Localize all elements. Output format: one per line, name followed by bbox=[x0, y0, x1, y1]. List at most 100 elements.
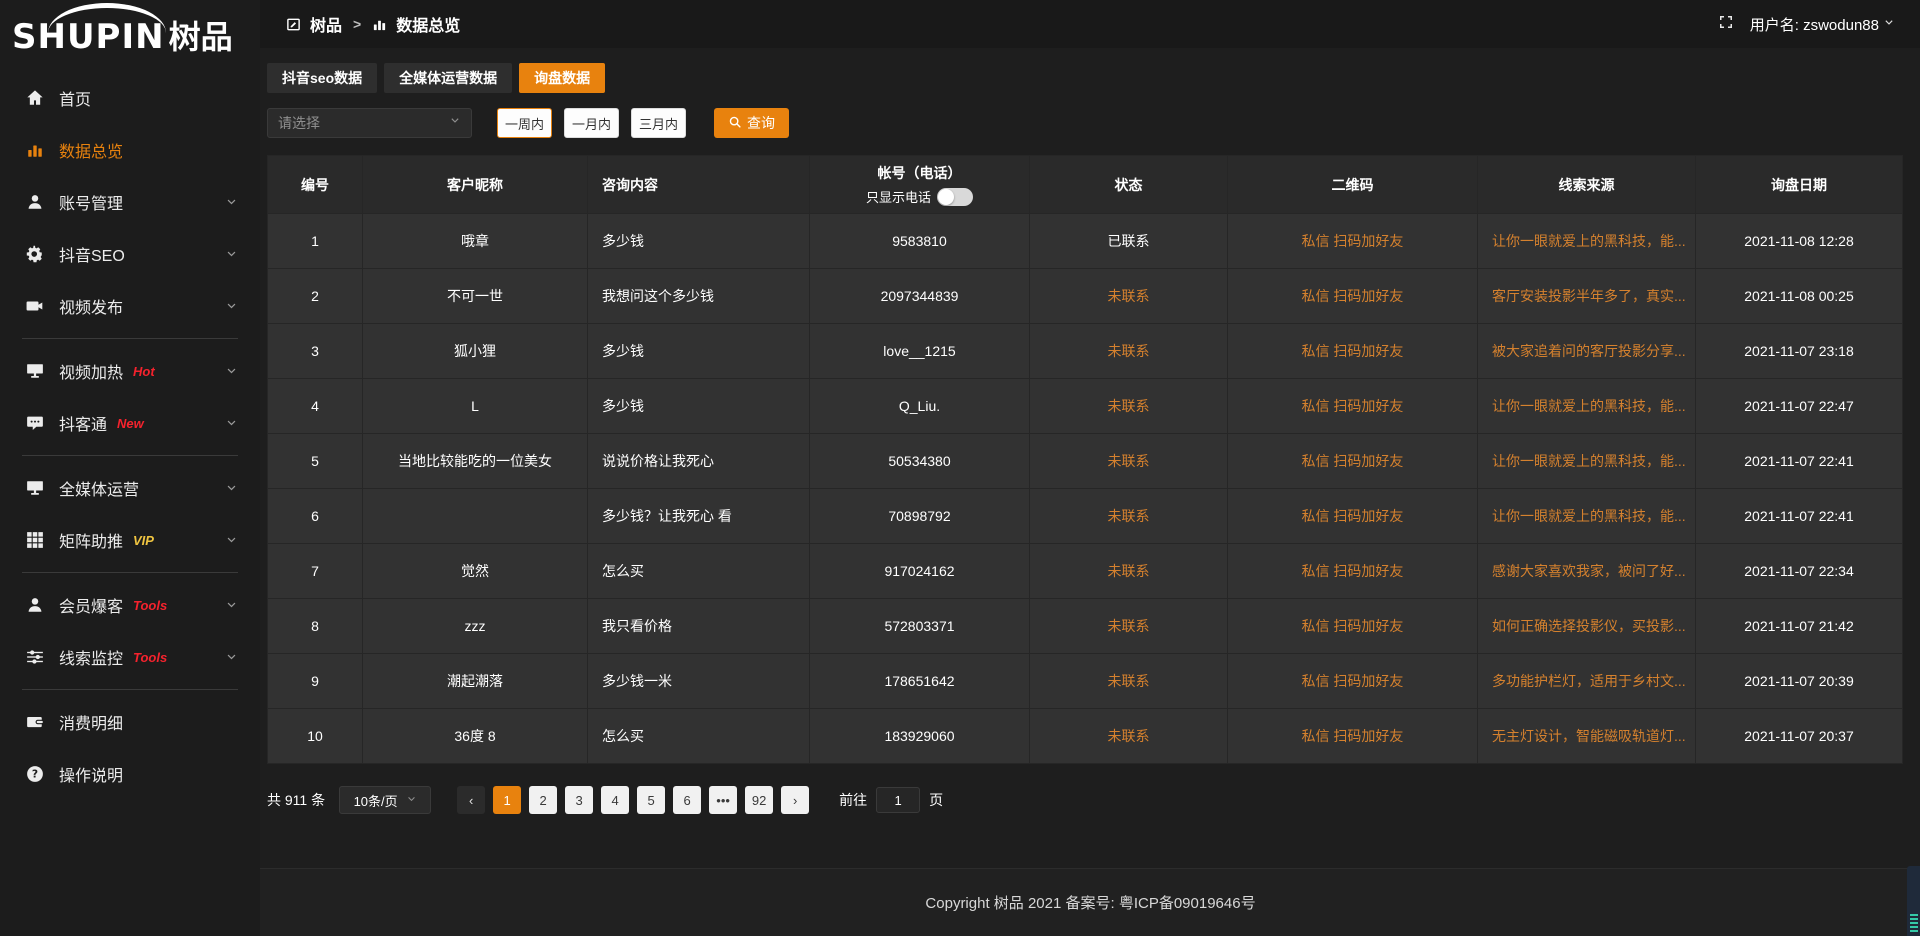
cell-qrcode: 私信 扫码加好友 bbox=[1228, 709, 1478, 764]
sidebar-item-user2[interactable]: 会员爆客Tools bbox=[0, 579, 260, 631]
cell-status: 未联系 bbox=[1030, 599, 1228, 654]
search-button[interactable]: 查询 bbox=[714, 108, 789, 138]
qrcode-link[interactable]: 私信 扫码加好友 bbox=[1302, 398, 1404, 414]
fullscreen-icon[interactable] bbox=[1718, 14, 1734, 34]
phone-only-toggle[interactable] bbox=[937, 188, 973, 206]
cell-date: 2021-11-07 20:39 bbox=[1696, 654, 1903, 709]
cell-status: 未联系 bbox=[1030, 544, 1228, 599]
total-count: 共 911 条 bbox=[267, 790, 325, 810]
cell-nickname: 哦章 bbox=[363, 214, 588, 269]
page-button-5[interactable]: 5 bbox=[637, 786, 665, 814]
pagination: 共 911 条 10条/页 ‹123456•••92› 前往 页 bbox=[267, 786, 1903, 814]
chart-icon bbox=[26, 141, 44, 159]
qrcode-link[interactable]: 私信 扫码加好友 bbox=[1302, 288, 1404, 304]
qrcode-link[interactable]: 私信 扫码加好友 bbox=[1302, 563, 1404, 579]
sidebar-item-user[interactable]: 账号管理 bbox=[0, 176, 260, 228]
cell-source: 感谢大家喜欢我家，被问了好... bbox=[1478, 544, 1696, 599]
sidebar-item-wallet[interactable]: 消费明细 bbox=[0, 696, 260, 748]
source-link[interactable]: 无主灯设计，智能磁吸轨道灯... bbox=[1492, 728, 1686, 744]
cell-qrcode: 私信 扫码加好友 bbox=[1228, 434, 1478, 489]
sidebar-item-label: 会员爆客 bbox=[59, 593, 123, 617]
cell-status: 未联系 bbox=[1030, 379, 1228, 434]
next-page-button[interactable]: › bbox=[781, 786, 809, 814]
chevron-down-icon bbox=[1883, 16, 1895, 33]
source-link[interactable]: 让你一眼就爱上的黑科技，能... bbox=[1492, 398, 1686, 414]
qrcode-link[interactable]: 私信 扫码加好友 bbox=[1302, 233, 1404, 249]
sidebar-item-home[interactable]: 首页 bbox=[0, 72, 260, 124]
bar-chart-icon bbox=[372, 17, 387, 32]
source-link[interactable]: 被大家追着问的客厅投影分享... bbox=[1492, 343, 1686, 359]
page-button-92[interactable]: 92 bbox=[745, 786, 773, 814]
source-link[interactable]: 如何正确选择投影仪，买投影... bbox=[1492, 618, 1686, 634]
page-button-1[interactable]: 1 bbox=[493, 786, 521, 814]
cell-no: 6 bbox=[268, 489, 363, 544]
qrcode-link[interactable]: 私信 扫码加好友 bbox=[1302, 673, 1404, 689]
source-link[interactable]: 让你一眼就爱上的黑科技，能... bbox=[1492, 508, 1686, 524]
page-button-4[interactable]: 4 bbox=[601, 786, 629, 814]
sidebar-item-question[interactable]: ?操作说明 bbox=[0, 748, 260, 800]
cell-qrcode: 私信 扫码加好友 bbox=[1228, 214, 1478, 269]
chevron-down-icon bbox=[225, 300, 238, 313]
home-icon bbox=[26, 89, 44, 107]
display-icon bbox=[26, 362, 44, 380]
svg-text:?: ? bbox=[32, 768, 38, 781]
goto-page-input[interactable] bbox=[876, 787, 920, 813]
sidebar-item-monitor[interactable]: 全媒体运营 bbox=[0, 462, 260, 514]
sidebar-item-chart[interactable]: 数据总览 bbox=[0, 124, 260, 176]
sidebar-item-label: 视频发布 bbox=[59, 294, 123, 318]
cell-status: 未联系 bbox=[1030, 269, 1228, 324]
qrcode-link[interactable]: 私信 扫码加好友 bbox=[1302, 618, 1404, 634]
source-link[interactable]: 多功能护栏灯，适用于乡村文... bbox=[1492, 673, 1686, 689]
source-link[interactable]: 让你一眼就爱上的黑科技，能... bbox=[1492, 453, 1686, 469]
brand-logo[interactable]: SHUPIN树品 bbox=[0, 2, 260, 58]
table-row: 9潮起潮落多少钱一米178651642未联系私信 扫码加好友多功能护栏灯，适用于… bbox=[268, 654, 1903, 709]
date-range-button-1[interactable]: 一月内 bbox=[564, 108, 619, 138]
sidebar-item-grid[interactable]: 矩阵助推VIP bbox=[0, 514, 260, 566]
col-no: 编号 bbox=[268, 156, 363, 214]
cell-source: 让你一眼就爱上的黑科技，能... bbox=[1478, 489, 1696, 544]
page-button-3[interactable]: 3 bbox=[565, 786, 593, 814]
sidebar-item-sliders[interactable]: 线索监控Tools bbox=[0, 631, 260, 683]
sidebar-item-gear[interactable]: 抖音SEO bbox=[0, 228, 260, 280]
chevron-down-icon bbox=[225, 599, 238, 612]
source-link[interactable]: 让你一眼就爱上的黑科技，能... bbox=[1492, 233, 1686, 249]
sidebar-divider bbox=[22, 572, 238, 573]
qrcode-link[interactable]: 私信 扫码加好友 bbox=[1302, 728, 1404, 744]
copyright-text: Copyright 树品 2021 备案号: 粤ICP备09019646号 bbox=[925, 892, 1255, 913]
user-icon bbox=[26, 193, 44, 211]
page-button-6[interactable]: 6 bbox=[673, 786, 701, 814]
cell-no: 2 bbox=[268, 269, 363, 324]
page-button-2[interactable]: 2 bbox=[529, 786, 557, 814]
content: 抖音seo数据全媒体运营数据询盘数据 请选择 一周内一月内三月内 查询 bbox=[260, 48, 1920, 868]
tab-2[interactable]: 询盘数据 bbox=[519, 63, 605, 93]
cell-account: 50534380 bbox=[810, 434, 1030, 489]
prev-page-button[interactable]: ‹ bbox=[457, 786, 485, 814]
qrcode-link[interactable]: 私信 扫码加好友 bbox=[1302, 508, 1404, 524]
cell-status: 未联系 bbox=[1030, 489, 1228, 544]
sidebar-item-label: 数据总览 bbox=[59, 138, 123, 162]
source-link[interactable]: 客厅安装投影半年多了，真实... bbox=[1492, 288, 1686, 304]
user2-icon bbox=[26, 596, 44, 614]
source-link[interactable]: 感谢大家喜欢我家，被问了好... bbox=[1492, 563, 1686, 579]
breadcrumb-item-home[interactable]: 树品 bbox=[310, 12, 342, 36]
cell-qrcode: 私信 扫码加好友 bbox=[1228, 599, 1478, 654]
corner-widget[interactable] bbox=[1907, 866, 1920, 936]
sidebar-item-display[interactable]: 视频加热Hot bbox=[0, 345, 260, 397]
cell-content: 我想问这个多少钱 bbox=[588, 269, 810, 324]
search-icon bbox=[728, 115, 742, 132]
date-range-button-0[interactable]: 一周内 bbox=[497, 108, 552, 138]
qrcode-link[interactable]: 私信 扫码加好友 bbox=[1302, 343, 1404, 359]
cell-date: 2021-11-07 23:18 bbox=[1696, 324, 1903, 379]
tab-0[interactable]: 抖音seo数据 bbox=[267, 63, 377, 93]
user-menu[interactable]: 用户名: zswodun88 bbox=[1750, 14, 1895, 35]
page-size-select[interactable]: 10条/页 bbox=[339, 786, 431, 814]
sidebar-item-publish[interactable]: 视频发布 bbox=[0, 280, 260, 332]
cell-date: 2021-11-07 21:42 bbox=[1696, 599, 1903, 654]
date-range-button-2[interactable]: 三月内 bbox=[631, 108, 686, 138]
sidebar-item-chat[interactable]: 抖客通New bbox=[0, 397, 260, 449]
account-select[interactable]: 请选择 bbox=[267, 108, 472, 138]
qrcode-link[interactable]: 私信 扫码加好友 bbox=[1302, 453, 1404, 469]
more-pages-button[interactable]: ••• bbox=[709, 786, 737, 814]
tab-1[interactable]: 全媒体运营数据 bbox=[384, 63, 512, 93]
cell-status: 已联系 bbox=[1030, 214, 1228, 269]
